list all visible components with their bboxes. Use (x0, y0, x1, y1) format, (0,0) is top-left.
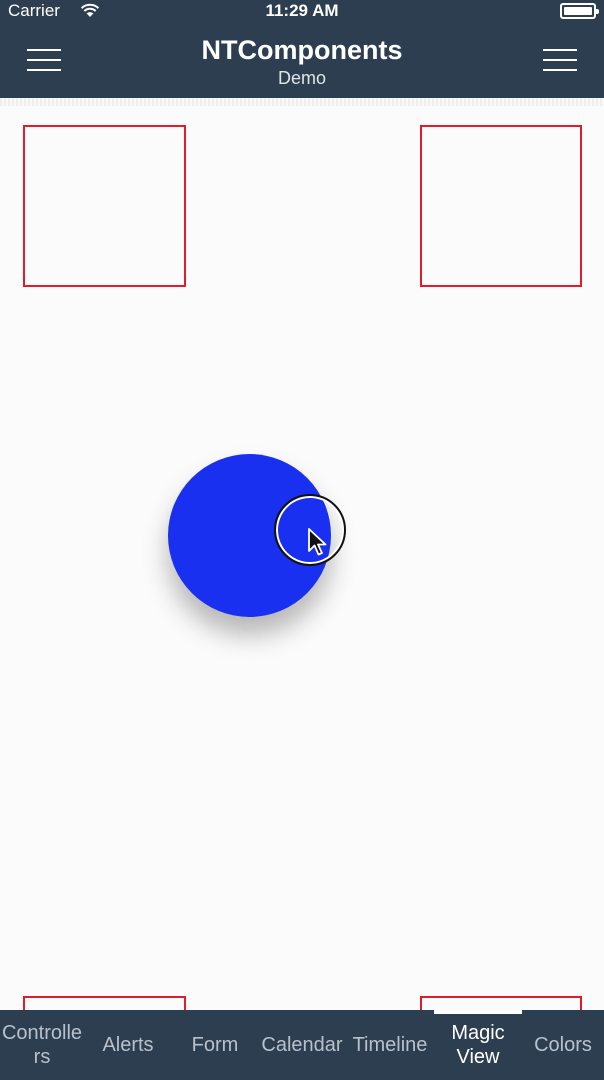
nav-shadow-divider (0, 98, 604, 106)
tab-label: Magic View (451, 1022, 505, 1068)
tab-bar: Controlle rs Alerts Form Calendar Timeli… (0, 1010, 604, 1080)
active-tab-indicator (434, 1010, 522, 1014)
tab-label: Calendar (261, 1034, 343, 1056)
tab-label: Timeline (352, 1034, 428, 1056)
menu-icon-line (543, 59, 577, 61)
tab-label: Colors (534, 1034, 592, 1056)
target-box-top-right (420, 125, 582, 287)
navigation-bar: Carrier 11:29 AM NTComponents Demo (0, 0, 604, 98)
tab-label: Alerts (102, 1034, 154, 1056)
tab-alerts[interactable]: Alerts (84, 1010, 172, 1080)
status-time: 11:29 AM (265, 1, 339, 20)
tab-magic-view[interactable]: Magic View (434, 1010, 522, 1080)
tab-calendar[interactable]: Calendar (258, 1010, 346, 1080)
right-menu-button[interactable] (543, 46, 577, 74)
battery-icon (560, 3, 599, 19)
tab-colors[interactable]: Colors (522, 1010, 604, 1080)
menu-icon-line (543, 49, 577, 51)
tab-label: Controlle rs (1, 1022, 83, 1068)
tab-form[interactable]: Form (172, 1010, 258, 1080)
target-box-top-left (23, 125, 186, 287)
page-title: NTComponents (201, 35, 403, 65)
cursor-arrow-icon (308, 528, 327, 556)
status-bar: Carrier 11:29 AM (0, 0, 604, 22)
tab-controllers[interactable]: Controlle rs (0, 1010, 84, 1080)
tab-label: Form (191, 1034, 239, 1056)
page-subtitle: Demo (277, 68, 326, 88)
tab-timeline[interactable]: Timeline (346, 1010, 434, 1080)
menu-icon-line (543, 69, 577, 71)
